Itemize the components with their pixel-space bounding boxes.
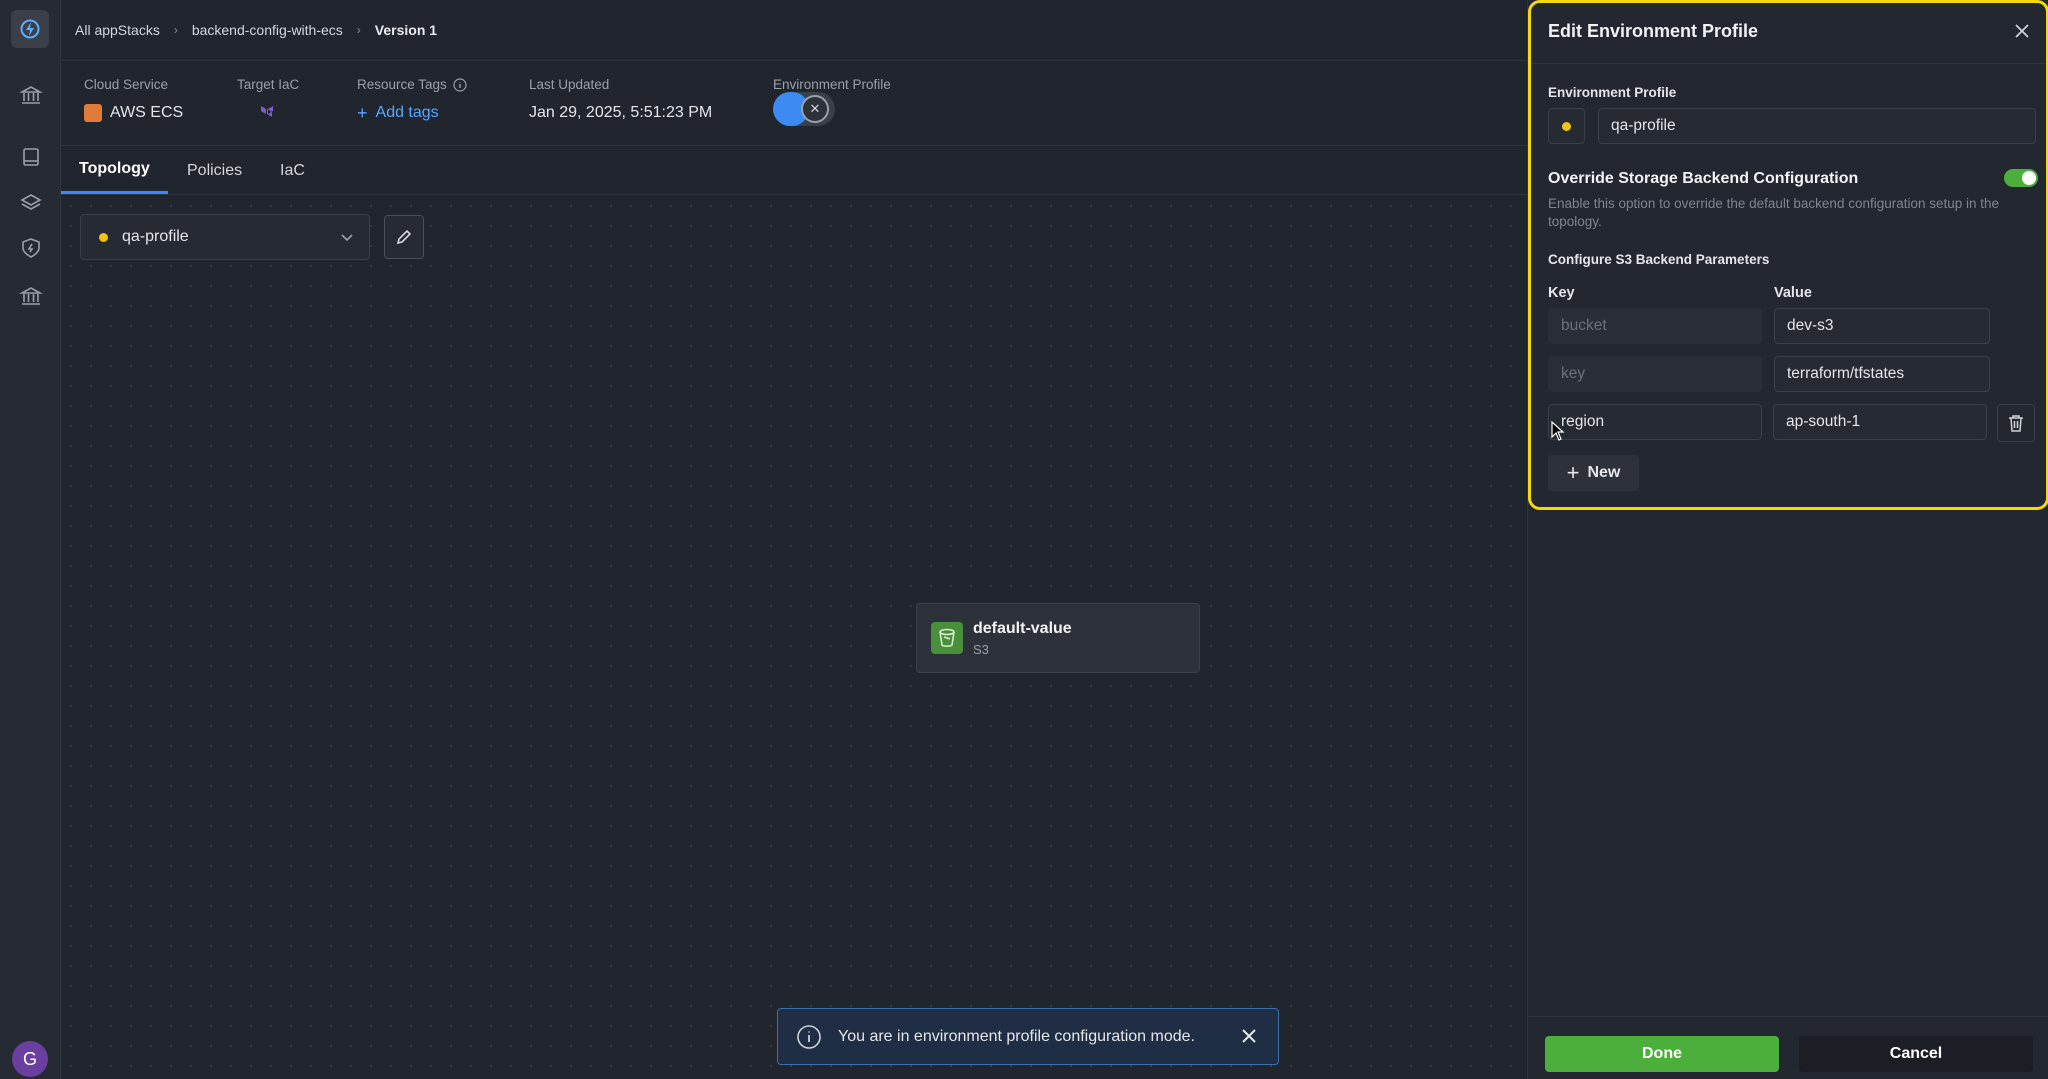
breadcrumb-version: Version 1	[374, 22, 438, 38]
app-logo-icon[interactable]	[11, 10, 49, 48]
appstack-info-bar: Cloud Service AWS ECS Target IaC Resourc…	[61, 62, 1527, 146]
book-icon[interactable]	[18, 144, 44, 170]
close-circle-icon: ✕	[801, 95, 829, 123]
panel-card: Edit Environment Profile Environment Pro…	[1528, 0, 2048, 510]
key-input-key: key	[1548, 356, 1762, 392]
node-subtitle: S3	[973, 642, 989, 657]
environment-profile-label: Environment Profile	[773, 77, 891, 92]
override-description: Enable this option to override the defau…	[1548, 196, 2000, 229]
topology-node[interactable]: default-value S3	[916, 603, 1200, 673]
configure-s3-label: Configure S3 Backend Parameters	[1548, 252, 1770, 267]
status-dot-icon	[1562, 121, 1571, 131]
resource-tags-label: Resource Tags	[357, 77, 447, 92]
shield-icon[interactable]	[18, 235, 44, 261]
key-input-bucket: bucket	[1548, 308, 1762, 344]
edit-profile-button[interactable]	[384, 215, 424, 259]
chevron-down-icon	[341, 234, 353, 242]
panel-title: Edit Environment Profile	[1548, 21, 1759, 41]
new-button-label: New	[1587, 464, 1621, 481]
value-column-header: Value	[1774, 285, 1812, 301]
chevron-right-icon: ›	[173, 23, 178, 37]
cloud-service-field: Cloud Service AWS ECS	[84, 77, 183, 124]
environment-profile-toggle[interactable]: ✕	[773, 92, 835, 126]
value-input-key[interactable]: terraform/tfstates	[1774, 356, 1990, 392]
breadcrumb-all-appstacks[interactable]: All appStacks	[75, 22, 160, 38]
close-icon[interactable]	[1238, 1025, 1260, 1047]
config-mode-toast: You are in environment profile configura…	[777, 1008, 1279, 1065]
info-icon	[797, 1024, 821, 1049]
delete-row-button[interactable]	[1997, 404, 2035, 442]
last-updated-label: Last Updated	[529, 77, 610, 92]
plus-icon: +	[1566, 460, 1580, 485]
pencil-icon	[396, 229, 412, 245]
cloud-service-label: Cloud Service	[84, 77, 169, 92]
layers-icon[interactable]	[18, 190, 44, 216]
status-dot-icon	[99, 232, 108, 242]
tab-iac[interactable]: IaC	[280, 147, 305, 194]
plus-icon: +	[357, 102, 368, 123]
value-input-region[interactable]: ap-south-1	[1773, 404, 1987, 440]
topology-canvas[interactable]: qa-profile default-value S3 You are in e…	[61, 196, 1527, 1079]
breadcrumb: All appStacks › backend-config-with-ecs …	[61, 0, 1527, 61]
value-input-bucket[interactable]: dev-s3	[1774, 308, 1990, 344]
node-title: default-value	[973, 620, 1072, 637]
last-updated-value: Jan 29, 2025, 5:51:23 PM	[529, 104, 713, 121]
profile-dropdown-value: qa-profile	[122, 228, 189, 245]
environment-profile-field: Environment Profile ✕	[773, 77, 891, 126]
target-iac-label: Target IaC	[237, 77, 300, 92]
bank-icon[interactable]	[18, 283, 44, 309]
aws-ecs-icon	[84, 104, 102, 122]
env-profile-label: Environment Profile	[1548, 85, 1677, 100]
cloud-service-value: AWS ECS	[110, 104, 184, 121]
cancel-button[interactable]: Cancel	[1799, 1036, 2033, 1072]
done-button[interactable]: Done	[1545, 1036, 1779, 1072]
add-new-row-button[interactable]: + New	[1548, 455, 1639, 491]
override-toggle[interactable]	[2004, 169, 2038, 187]
toast-message: You are in environment profile configura…	[838, 1027, 1195, 1045]
tab-topology[interactable]: Topology	[61, 147, 168, 194]
bank-icon[interactable]	[18, 82, 44, 108]
breadcrumb-appstack[interactable]: backend-config-with-ecs	[192, 22, 343, 38]
add-tags-button[interactable]: + Add tags	[357, 102, 467, 124]
key-input-region[interactable]: region	[1548, 404, 1762, 440]
profile-color-picker[interactable]	[1548, 108, 1585, 144]
override-title: Override Storage Backend Configuration	[1548, 170, 1859, 187]
info-icon[interactable]	[453, 77, 467, 92]
mouse-cursor-icon	[1551, 421, 1565, 441]
user-avatar[interactable]: G	[12, 1041, 48, 1077]
add-tags-label: Add tags	[375, 104, 439, 121]
panel-footer: Done Cancel	[1528, 1016, 2048, 1079]
tab-policies[interactable]: Policies	[187, 147, 242, 194]
left-rail: G	[0, 0, 61, 1079]
close-icon[interactable]	[2012, 21, 2032, 41]
chevron-right-icon: ›	[356, 23, 361, 37]
profile-dropdown[interactable]: qa-profile	[80, 214, 370, 260]
trash-icon	[2009, 415, 2023, 432]
s3-bucket-icon	[931, 622, 963, 654]
tab-bar: Topology Policies IaC	[61, 147, 1527, 195]
terraform-icon	[261, 106, 273, 117]
resource-tags-field: Resource Tags + Add tags	[357, 77, 467, 124]
key-column-header: Key	[1548, 285, 1575, 301]
last-updated-field: Last Updated Jan 29, 2025, 5:51:23 PM	[529, 77, 712, 124]
edit-environment-profile-panel: Edit Environment Profile Environment Pro…	[1527, 0, 2048, 1079]
env-profile-name-input[interactable]: qa-profile	[1598, 108, 2036, 144]
target-iac-field: Target IaC	[237, 77, 299, 124]
